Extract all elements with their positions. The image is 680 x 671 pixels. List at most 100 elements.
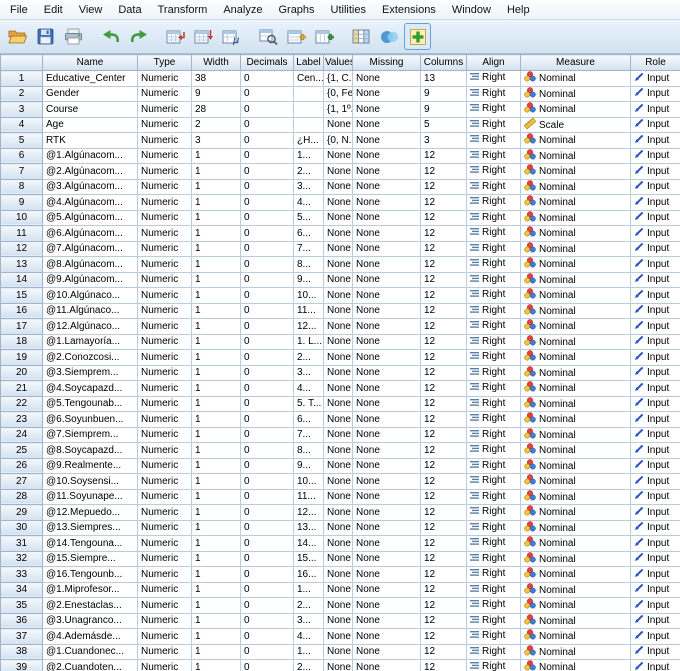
role-cell[interactable]: Input — [630, 225, 680, 242]
name-cell[interactable]: @5.Algúnacom... — [42, 209, 138, 226]
row-number[interactable]: 9 — [0, 194, 43, 211]
missing-cell[interactable]: None — [352, 519, 421, 536]
role-cell[interactable]: Input — [630, 256, 680, 273]
values-cell[interactable]: None — [323, 116, 353, 133]
value-labels-button[interactable] — [348, 23, 375, 50]
name-cell[interactable]: @11.Algúnaco... — [42, 302, 138, 319]
name-cell[interactable]: @8.Soycapazd... — [42, 442, 138, 459]
measure-cell[interactable]: Nominal — [520, 380, 631, 397]
row-number[interactable]: 6 — [0, 147, 43, 164]
name-cell[interactable]: @9.Realmente... — [42, 457, 138, 474]
label-cell[interactable]: 12... — [293, 504, 324, 521]
decimals-cell[interactable]: 0 — [240, 457, 294, 474]
type-cell[interactable]: Numeric — [137, 132, 192, 149]
measure-cell[interactable]: Nominal — [520, 85, 631, 102]
align-cell[interactable]: Right — [466, 116, 521, 133]
align-cell[interactable]: Right — [466, 442, 521, 459]
align-cell[interactable]: Right — [466, 364, 521, 381]
role-cell[interactable]: Input — [630, 473, 680, 490]
measure-cell[interactable]: Nominal — [520, 240, 631, 257]
row-number[interactable]: 28 — [0, 488, 43, 505]
name-cell[interactable]: Age — [42, 116, 138, 133]
type-cell[interactable]: Numeric — [137, 566, 192, 583]
values-cell[interactable]: None — [323, 597, 353, 614]
label-cell[interactable]: 4... — [293, 194, 324, 211]
missing-cell[interactable]: None — [352, 318, 421, 335]
role-cell[interactable]: Input — [630, 426, 680, 443]
role-cell[interactable]: Input — [630, 628, 680, 645]
name-cell[interactable]: @2.Enestaclas... — [42, 597, 138, 614]
menu-data[interactable]: Data — [110, 1, 149, 19]
align-cell[interactable]: Right — [466, 488, 521, 505]
width-cell[interactable]: 1 — [191, 302, 241, 319]
missing-cell[interactable]: None — [352, 178, 421, 195]
missing-cell[interactable]: None — [352, 395, 421, 412]
missing-cell[interactable]: None — [352, 380, 421, 397]
role-cell[interactable]: Input — [630, 535, 680, 552]
measure-cell[interactable]: Scale — [520, 116, 631, 133]
label-cell[interactable]: 1... — [293, 147, 324, 164]
columns-cell[interactable]: 12 — [420, 581, 467, 598]
name-cell[interactable]: Educative_Center — [42, 70, 138, 87]
decimals-cell[interactable]: 0 — [240, 550, 294, 567]
width-cell[interactable]: 1 — [191, 612, 241, 629]
decimals-cell[interactable]: 0 — [240, 318, 294, 335]
decimals-cell[interactable]: 0 — [240, 287, 294, 304]
values-cell[interactable]: None — [323, 488, 353, 505]
align-cell[interactable]: Right — [466, 535, 521, 552]
width-cell[interactable]: 2 — [191, 116, 241, 133]
name-cell[interactable]: @10.Algúnaco... — [42, 287, 138, 304]
align-cell[interactable]: Right — [466, 101, 521, 118]
role-cell[interactable]: Input — [630, 271, 680, 288]
label-cell[interactable]: 8... — [293, 442, 324, 459]
label-cell[interactable]: 14... — [293, 535, 324, 552]
align-cell[interactable]: Right — [466, 209, 521, 226]
values-cell[interactable]: None — [323, 628, 353, 645]
name-cell[interactable]: @1.Algúnacom... — [42, 147, 138, 164]
missing-cell[interactable]: None — [352, 256, 421, 273]
values-cell[interactable]: {0, N... — [323, 132, 353, 149]
decimals-cell[interactable]: 0 — [240, 581, 294, 598]
name-cell[interactable]: RTK — [42, 132, 138, 149]
label-cell[interactable]: Cen... — [293, 70, 324, 87]
align-cell[interactable]: Right — [466, 411, 521, 428]
measure-cell[interactable]: Nominal — [520, 194, 631, 211]
label-cell[interactable]: 6... — [293, 411, 324, 428]
row-number[interactable]: 37 — [0, 628, 43, 645]
type-cell[interactable]: Numeric — [137, 194, 192, 211]
type-cell[interactable]: Numeric — [137, 240, 192, 257]
values-cell[interactable]: None — [323, 426, 353, 443]
columns-cell[interactable]: 12 — [420, 597, 467, 614]
measure-cell[interactable]: Nominal — [520, 566, 631, 583]
label-cell[interactable]: 11... — [293, 488, 324, 505]
name-cell[interactable]: @7.Algúnacom... — [42, 240, 138, 257]
label-cell[interactable]: 7... — [293, 240, 324, 257]
insert-variable-button[interactable] — [311, 23, 338, 50]
row-number[interactable]: 26 — [0, 457, 43, 474]
measure-cell[interactable]: Nominal — [520, 163, 631, 180]
type-cell[interactable]: Numeric — [137, 163, 192, 180]
width-cell[interactable]: 1 — [191, 364, 241, 381]
type-cell[interactable]: Numeric — [137, 349, 192, 366]
missing-cell[interactable]: None — [352, 271, 421, 288]
missing-cell[interactable]: None — [352, 225, 421, 242]
width-cell[interactable]: 1 — [191, 380, 241, 397]
width-cell[interactable]: 1 — [191, 643, 241, 660]
missing-cell[interactable]: None — [352, 240, 421, 257]
columns-cell[interactable]: 12 — [420, 488, 467, 505]
name-cell[interactable]: @4.Algúnacom... — [42, 194, 138, 211]
col-header-label[interactable]: Label — [293, 54, 324, 71]
role-cell[interactable]: Input — [630, 70, 680, 87]
columns-cell[interactable]: 9 — [420, 101, 467, 118]
role-cell[interactable]: Input — [630, 457, 680, 474]
align-cell[interactable]: Right — [466, 318, 521, 335]
measure-cell[interactable]: Nominal — [520, 147, 631, 164]
columns-cell[interactable]: 12 — [420, 194, 467, 211]
decimals-cell[interactable]: 0 — [240, 473, 294, 490]
width-cell[interactable]: 1 — [191, 209, 241, 226]
decimals-cell[interactable]: 0 — [240, 240, 294, 257]
decimals-cell[interactable]: 0 — [240, 147, 294, 164]
decimals-cell[interactable]: 0 — [240, 70, 294, 87]
columns-cell[interactable]: 12 — [420, 426, 467, 443]
role-cell[interactable]: Input — [630, 442, 680, 459]
